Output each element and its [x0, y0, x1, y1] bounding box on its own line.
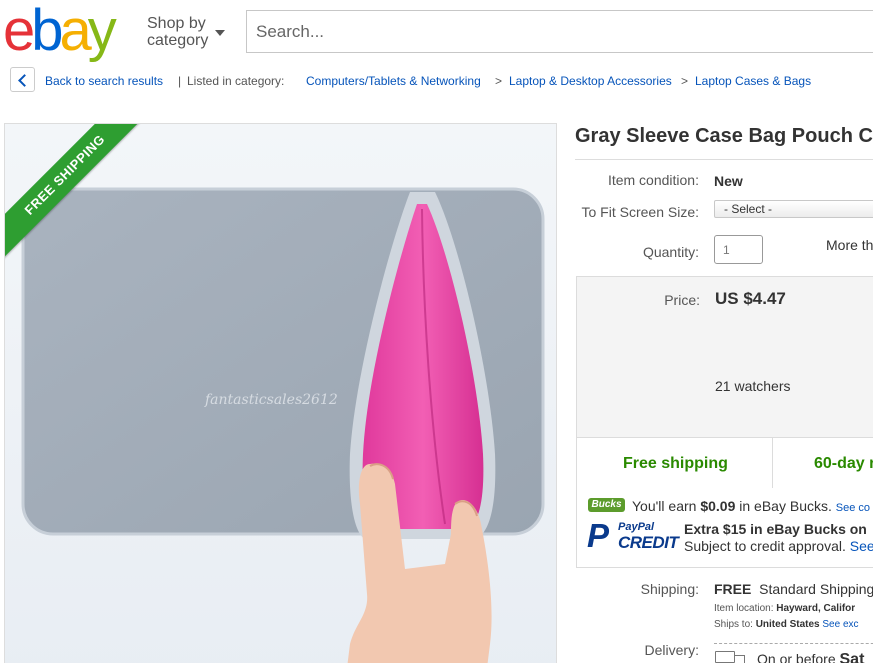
- logo-letter-a: a: [59, 0, 92, 63]
- shipping-returns-strip: Free shipping 60-day r: [577, 437, 873, 488]
- price-box: Price: US $4.47 21 watchers Free shippin…: [576, 276, 873, 488]
- bucks-see-conditions-link[interactable]: See co: [836, 502, 870, 514]
- breadcrumb-separator: |: [178, 74, 182, 88]
- shipping-value: FREE Standard Shipping: [714, 581, 873, 597]
- back-to-search-link[interactable]: Back to search results: [45, 74, 163, 88]
- ships-to-exclusions-link[interactable]: See exc: [822, 619, 858, 630]
- category-link-laptop-cases[interactable]: Laptop Cases & Bags: [695, 74, 811, 88]
- ebay-logo[interactable]: ebay: [3, 0, 117, 63]
- condition-value: New: [714, 173, 743, 189]
- chevron-left-icon[interactable]: [10, 67, 35, 92]
- paypal-credit-logo[interactable]: P PayPal CREDIT: [587, 519, 679, 553]
- divider: [575, 159, 873, 160]
- price-label: Price:: [664, 292, 700, 308]
- breadcrumb: Back to search results | Listed in categ…: [10, 67, 873, 93]
- watermark-text: fantasticsales2612: [204, 392, 338, 408]
- breadcrumb-arrow: >: [681, 74, 689, 88]
- truck-icon: [715, 651, 745, 663]
- ebay-bucks-badge: Bucks: [588, 498, 625, 512]
- delivery-day: Sat: [839, 651, 865, 663]
- category-link-accessories[interactable]: Laptop & Desktop Accessories: [509, 74, 672, 88]
- credit-approval-text: Subject to credit approval. See: [684, 538, 873, 554]
- credit-wordmark: CREDIT: [618, 533, 679, 552]
- ships-to: Ships to: United States See exc: [714, 619, 859, 630]
- shipping-label: Shipping:: [640, 581, 699, 597]
- product-photo: fantasticsales2612: [5, 124, 556, 663]
- delivery-prefix: On or before: [757, 651, 836, 663]
- bucks-suffix: in eBay Bucks.: [735, 498, 832, 514]
- promo-box: Bucks You'll earn $0.09 in eBay Bucks. S…: [576, 486, 873, 568]
- watchers-count: 21 watchers: [715, 378, 791, 394]
- item-title: Gray Sleeve Case Bag Pouch Co: [575, 125, 873, 147]
- screen-size-select[interactable]: - Select -: [714, 200, 873, 218]
- credit-offer-text: Extra $15 in eBay Bucks on: [684, 521, 867, 537]
- logo-letter-e: e: [3, 0, 35, 63]
- quantity-input[interactable]: 1: [714, 235, 763, 264]
- condition-label: Item condition:: [607, 172, 699, 188]
- credit-approval-label: Subject to credit approval.: [684, 538, 846, 554]
- returns-text: 60-day r: [814, 455, 873, 472]
- shop-by-category-button[interactable]: Shop by category: [147, 15, 208, 49]
- category-link-computers[interactable]: Computers/Tablets & Networking: [306, 74, 481, 88]
- item-location-value: Hayward, Califor: [776, 603, 856, 614]
- paypal-p-icon: P: [587, 517, 610, 554]
- free-shipping-text: Free shipping: [623, 455, 728, 472]
- ebay-bucks-text: You'll earn $0.09 in eBay Bucks. See co: [632, 498, 870, 514]
- ships-to-label: Ships to:: [714, 619, 753, 630]
- search-input[interactable]: [247, 11, 873, 52]
- breadcrumb-arrow: >: [495, 74, 503, 88]
- bucks-amount: $0.09: [700, 498, 736, 514]
- ships-to-value: United States: [755, 619, 820, 630]
- logo-letter-y: y: [87, 0, 117, 63]
- delivery-value: On or before Sat: [757, 651, 864, 663]
- quantity-label: Quantity:: [642, 244, 699, 260]
- shop-by-line1: Shop by: [147, 15, 206, 32]
- search-box[interactable]: [246, 10, 873, 53]
- logo-letter-b: b: [31, 0, 63, 63]
- bucks-prefix: You'll earn: [632, 498, 701, 514]
- delivery-label: Delivery:: [644, 642, 699, 658]
- shipping-standard: Standard Shipping: [759, 581, 873, 597]
- header: ebay Shop by category: [0, 0, 873, 62]
- paypal-wordmark: PayPal: [618, 521, 655, 533]
- credit-see-link[interactable]: See: [850, 538, 873, 554]
- shipping-free: FREE: [714, 581, 752, 597]
- listed-in-label: Listed in category:: [187, 74, 285, 88]
- item-location: Item location: Hayward, Califor: [714, 603, 855, 614]
- shop-by-line2: category: [147, 32, 209, 49]
- product-image[interactable]: fantasticsales2612 FREE SHIPPING: [4, 123, 557, 663]
- divider: [772, 438, 773, 488]
- chevron-down-icon[interactable]: [215, 30, 225, 36]
- item-location-label: Item location:: [714, 603, 774, 614]
- divider: [714, 643, 873, 644]
- price-value: US $4.47: [715, 289, 786, 308]
- more-than-text: More th: [826, 237, 873, 253]
- screen-size-label: To Fit Screen Size:: [581, 204, 700, 220]
